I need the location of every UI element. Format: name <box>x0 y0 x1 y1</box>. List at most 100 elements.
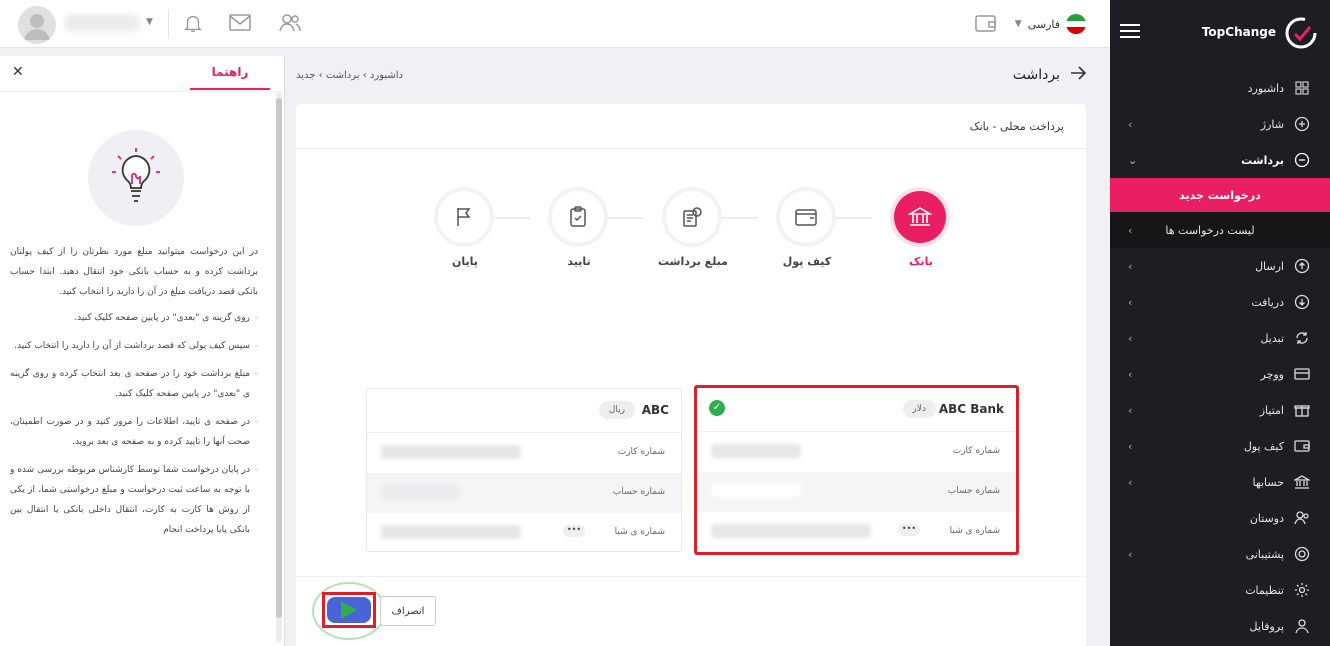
language-selector[interactable]: ▼ فارسی <box>1015 14 1086 34</box>
bell-icon[interactable] <box>182 12 206 36</box>
help-panel: راهنما ✕ در این درخواست میتوانید مبلغ مو… <box>0 56 285 646</box>
next-button[interactable] <box>322 592 376 628</box>
back-arrow-icon[interactable] <box>1070 66 1087 84</box>
bank-name: ABC Bank <box>938 402 1004 416</box>
main-content: داشبورد › برداشت › جدید برداشت پرداخت مح… <box>296 60 1096 646</box>
help-bullet: مبلغ برداشت خود را در صفحه ی بعد انتخاب … <box>10 364 258 404</box>
tab-help[interactable]: راهنما <box>190 56 270 90</box>
sidebar-menu: داشبورد ‹ شارژ ⌄ برداشت درخواست جدید ‹ لیست درخ… <box>1110 70 1330 644</box>
exchange-icon <box>1294 330 1310 346</box>
wallet-icon <box>1294 438 1310 454</box>
sidebar-item[interactable]: ‹ پشتیبانی <box>1110 536 1330 572</box>
mail-icon[interactable] <box>228 12 252 36</box>
language-caret-icon: ▼ <box>1014 19 1022 29</box>
download-icon <box>1294 294 1310 310</box>
breadcrumb[interactable]: داشبورد › برداشت › جدید <box>296 70 403 81</box>
chevron-left-icon: ‹ <box>1128 331 1133 345</box>
username[interactable] <box>64 14 140 32</box>
avatar[interactable] <box>18 6 56 44</box>
wallet-icon[interactable] <box>780 191 832 243</box>
step-connector <box>604 217 644 219</box>
sidebar-item[interactable]: ‹ لیست درخواست ها <box>1110 212 1330 248</box>
help-text: در این درخواست میتوانید مبلغ مورد نظرتان… <box>10 242 258 548</box>
sidebar-item[interactable]: دوستان <box>1110 500 1330 536</box>
sidebar-item-label: شارژ <box>1260 117 1284 131</box>
sidebar-item[interactable]: درخواست جدید <box>1110 178 1330 212</box>
chevron-left-icon: ‹ <box>1128 439 1133 453</box>
user-icon <box>1294 618 1310 634</box>
iran-flag-icon <box>1066 14 1086 34</box>
page-title: برداشت <box>1013 66 1087 84</box>
sidebar-item[interactable]: ‹ کیف پول <box>1110 428 1330 464</box>
user-menu-caret-icon[interactable]: ▼ <box>146 17 153 27</box>
hamburger-menu-icon[interactable] <box>1120 24 1140 38</box>
more-dots-icon[interactable]: ••• <box>563 525 585 537</box>
sidebar-item[interactable]: داشبورد <box>1110 70 1330 106</box>
card-number-label: شماره کارت <box>952 446 1000 456</box>
help-bullet: سپس کیف پولی که قصد برداشت از آن را داری… <box>10 336 258 356</box>
sheba-value <box>711 524 871 538</box>
bank-name: ABC <box>641 403 669 417</box>
flag-icon[interactable] <box>438 191 490 243</box>
step-label: مبلغ برداشت <box>658 255 728 268</box>
help-bullet: در پایان درخواست شما توسط کارشناس مربوطه… <box>10 460 258 540</box>
bank-account-card-selected[interactable]: ABC Bank دلار ✓ شماره کارت شماره حساب شم… <box>694 385 1019 555</box>
help-intro: در این درخواست میتوانید مبلغ مورد نظرتان… <box>10 247 258 297</box>
wallet-icon[interactable] <box>974 12 998 36</box>
step-label: پایان <box>452 255 478 268</box>
help-tabbar: راهنما ✕ <box>0 56 284 92</box>
brand[interactable]: TopChange <box>1110 0 1330 64</box>
sidebar-item[interactable]: ‹ شارژ <box>1110 106 1330 142</box>
chevron-left-icon: ‹ <box>1128 295 1133 309</box>
users-icon[interactable] <box>278 12 302 36</box>
plus-circle-icon <box>1294 116 1310 132</box>
chevron-down-icon: ⌄ <box>1128 153 1138 167</box>
clipboard-check-icon[interactable] <box>552 191 604 243</box>
divider <box>168 10 169 38</box>
sidebar-item[interactable]: ‹ ووچر <box>1110 356 1330 392</box>
sidebar-item[interactable]: ‹ تبدیل <box>1110 320 1330 356</box>
step-bank[interactable]: بانک <box>894 191 948 268</box>
close-icon[interactable]: ✕ <box>12 64 24 80</box>
sidebar-item-label: پشتیبانی <box>1245 547 1284 561</box>
sidebar-item[interactable]: تنظیمات <box>1110 572 1330 608</box>
sidebar-item[interactable]: ‹ دریافت <box>1110 284 1330 320</box>
sidebar-item[interactable]: پروفایل <box>1110 608 1330 644</box>
bank-account-card[interactable]: ABC ریال شماره کارت شماره حساب شماره ی ش… <box>366 388 682 552</box>
account-number-label: شماره حساب <box>947 486 1000 496</box>
step-amount[interactable]: مبلغ برداشت <box>658 191 728 268</box>
help-bullet: روی گزینه ی "بعدی" در پایین صفحه کلیک کن… <box>10 308 258 328</box>
sidebar-item-label: ووچر <box>1260 367 1285 381</box>
cancel-button[interactable]: انصراف <box>380 596 436 626</box>
support-icon <box>1294 546 1310 562</box>
sidebar-item[interactable]: ‹ ارسال <box>1110 248 1330 284</box>
withdraw-card: پرداخت محلی - بانک پایان تایید مبلغ بردا… <box>296 104 1086 646</box>
gift-icon <box>1294 402 1310 418</box>
document-icon[interactable] <box>666 191 718 243</box>
step-confirm[interactable]: تایید <box>552 191 606 268</box>
step-wallet[interactable]: کیف پول <box>780 191 834 268</box>
account-number-label: شماره حساب <box>612 487 665 497</box>
help-scrollbar[interactable] <box>276 92 282 642</box>
card-number-value <box>711 444 801 458</box>
sidebar-item[interactable]: ‹ امتیاز <box>1110 392 1330 428</box>
top-bar: ▼ ▼ فارسی <box>0 0 1110 48</box>
chevron-left-icon: ‹ <box>1128 117 1133 131</box>
chevron-left-icon: ‹ <box>1128 259 1133 273</box>
card-number-value <box>381 445 521 459</box>
step-finish[interactable]: پایان <box>438 191 492 268</box>
chevron-left-icon: ‹ <box>1128 223 1133 237</box>
divider <box>296 148 1086 149</box>
sidebar-item-label: پروفایل <box>1249 619 1284 633</box>
chevron-left-icon: ‹ <box>1128 403 1133 417</box>
sidebar-item-label: برداشت <box>1241 153 1284 167</box>
more-dots-icon[interactable]: ••• <box>898 524 920 536</box>
sidebar-item[interactable]: ‹ حسابها <box>1110 464 1330 500</box>
topchange-logo-icon <box>1284 16 1317 49</box>
language-label: فارسی <box>1027 17 1060 31</box>
account-number-value <box>381 485 461 499</box>
sidebar-item[interactable]: ⌄ برداشت <box>1110 142 1330 178</box>
currency-badge: ریال <box>598 401 635 419</box>
sidebar-item-label: کیف پول <box>1243 439 1284 453</box>
bank-icon[interactable] <box>894 191 946 243</box>
